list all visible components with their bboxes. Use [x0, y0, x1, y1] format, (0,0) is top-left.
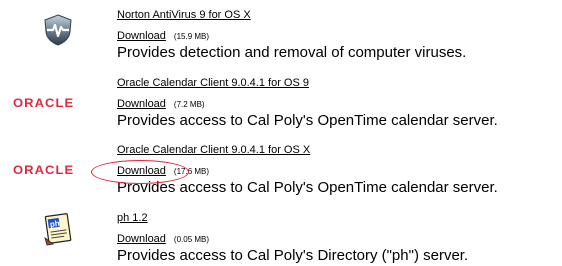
- oracle-os9-description: Provides access to Cal Poly's OpenTime c…: [117, 112, 498, 129]
- norton-icon-cell: [0, 13, 116, 47]
- oracle-osx-title-link[interactable]: Oracle Calendar Client 9.0.4.1 for OS X: [117, 144, 557, 157]
- oracle-osx-icon-cell: ORACLE: [0, 163, 116, 177]
- oracle-osx-download-row: Download (17.6 MB): [91, 160, 557, 184]
- oracle-os9-title-link[interactable]: Oracle Calendar Client 9.0.4.1 for OS 9: [117, 77, 557, 90]
- oracle-os9-file-size: (7.2 MB): [173, 100, 205, 109]
- oracle-osx-file-size: (17.6 MB): [173, 167, 210, 176]
- ph-title-link[interactable]: ph 1.2: [117, 212, 557, 225]
- oracle-osx-download-link[interactable]: Download: [117, 165, 166, 177]
- oracle-os9-download-link[interactable]: Download: [117, 98, 166, 110]
- ph-download-row: Download (0.05 MB): [117, 231, 557, 246]
- ph-address-card-icon: ph: [44, 213, 72, 246]
- svg-text:ph: ph: [49, 219, 60, 229]
- oracle-logo: ORACLE: [13, 96, 75, 110]
- ph-download-link[interactable]: Download: [117, 233, 166, 245]
- oracle-os9-download-row: Download (7.2 MB): [117, 96, 557, 111]
- oracle-osx-description: Provides access to Cal Poly's OpenTime c…: [117, 179, 498, 196]
- oracle-logo: ORACLE: [13, 163, 75, 177]
- ph-icon-cell: ph: [0, 212, 116, 246]
- oracle-os9-text-cell: Oracle Calendar Client 9.0.4.1 for OS 9 …: [117, 77, 557, 129]
- norton-download-row: Download (15.9 MB): [117, 28, 557, 43]
- norton-shield-icon: [44, 14, 72, 46]
- ph-description: Provides access to Cal Poly's Directory …: [117, 247, 469, 264]
- norton-text-cell: Norton AntiVirus 9 for OS X Download (15.…: [117, 9, 557, 61]
- norton-file-size: (15.9 MB): [173, 32, 210, 41]
- norton-download-link[interactable]: Download: [117, 30, 166, 42]
- norton-title-link[interactable]: Norton AntiVirus 9 for OS X: [117, 9, 557, 22]
- ph-text-cell: ph 1.2 Download (0.05 MB) Provides access…: [117, 212, 557, 264]
- ph-file-size: (0.05 MB): [173, 235, 210, 244]
- oracle-osx-text-cell: Oracle Calendar Client 9.0.4.1 for OS X …: [91, 144, 557, 196]
- norton-description: Provides detection and removal of comput…: [117, 44, 467, 61]
- oracle-os9-icon-cell: ORACLE: [0, 96, 116, 110]
